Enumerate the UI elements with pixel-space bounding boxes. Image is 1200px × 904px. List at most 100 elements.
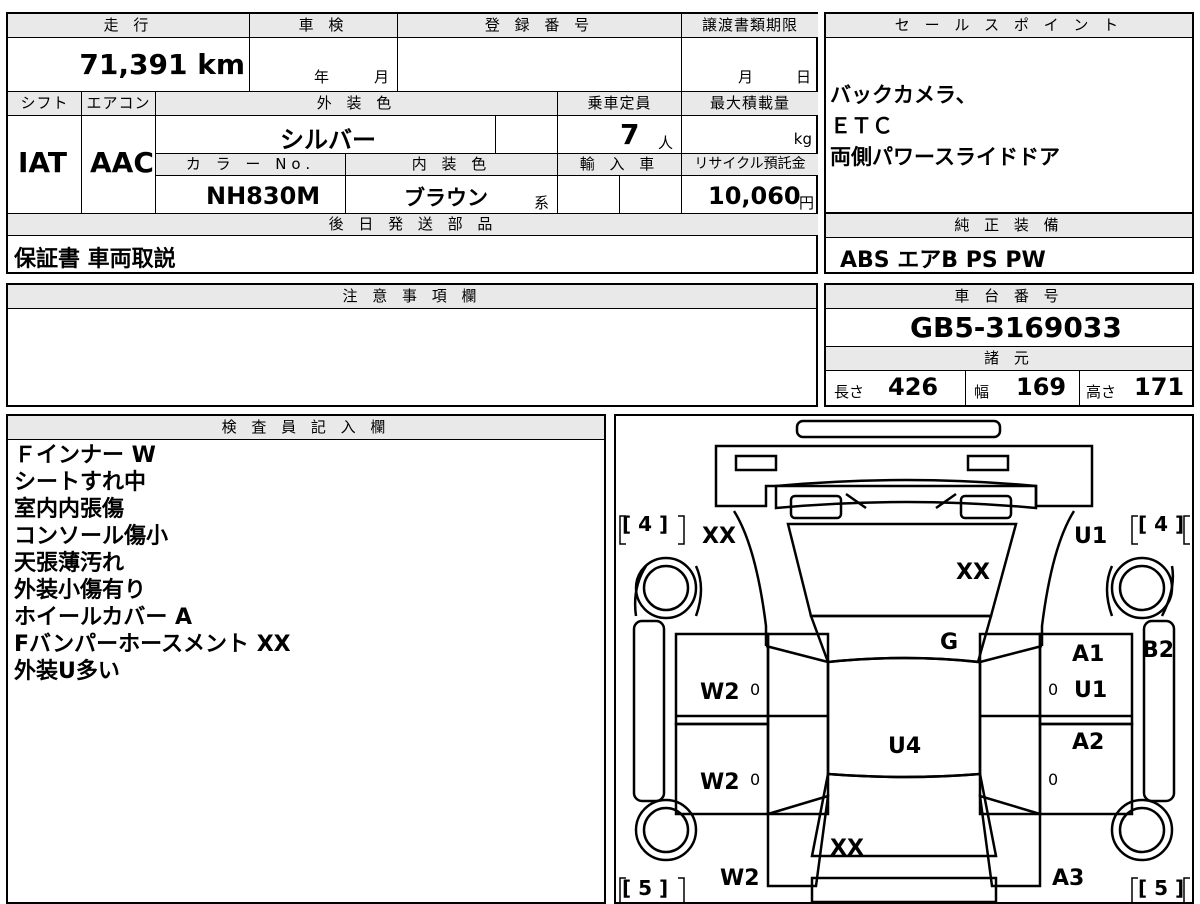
- width-cell: 幅 169: [966, 371, 1080, 405]
- inspector-note: シートすれ中: [14, 470, 147, 495]
- recycle-value: 10,060: [708, 182, 801, 210]
- inspector-note: 室内内張傷: [14, 497, 125, 522]
- mark-door-fl: W2: [700, 680, 740, 705]
- inspector-box: 検 査 員 記 入 欄 Ｆインナー W シートすれ中 室内内張傷 コンソール傷小…: [6, 414, 606, 904]
- int-color-cell: ブラウン 系: [346, 176, 558, 214]
- inspector-note: 天張薄汚れ: [14, 551, 125, 576]
- import-cell-b: [620, 176, 682, 214]
- width-label: 幅: [974, 383, 990, 401]
- inspector-note: Ｆインナー W: [14, 443, 156, 468]
- capacity-cell: 7 人: [558, 116, 682, 154]
- zero-marker: 0: [1048, 680, 1059, 699]
- length-cell: 長さ 426: [826, 371, 966, 405]
- reg-no-header: 登 録 番 号: [398, 14, 682, 38]
- mark-a-pillar-right: A1: [1072, 642, 1105, 667]
- transfer-doc-cell: 月 日: [682, 38, 818, 92]
- color-no-header: カ ラ ー No.: [156, 154, 346, 176]
- car-diagram: [619, 419, 1190, 902]
- int-color-suffix: 系: [534, 194, 550, 212]
- recycle-unit: 円: [798, 194, 814, 212]
- shaken-cell: 年 月: [250, 38, 398, 92]
- capacity-header: 乗車定員: [558, 92, 682, 116]
- genuine-equipment-header: 純 正 装 備: [826, 214, 1192, 238]
- import-header: 輸 入 車: [558, 154, 682, 176]
- later-parts-cell: 保証書 車両取説: [8, 236, 818, 272]
- capacity-value: 7: [620, 118, 640, 151]
- transfer-month: 月: [738, 68, 754, 86]
- max-load-unit: kg: [793, 130, 812, 148]
- recycle-cell: 10,060 円: [682, 176, 818, 214]
- inspector-header: 検 査 員 記 入 欄: [8, 416, 604, 440]
- height-cell: 高さ 171: [1080, 371, 1192, 405]
- chassis-box: 車 台 番 号 GB5-3169033 諸 元 長さ 426 幅 169 高さ …: [824, 283, 1194, 407]
- mileage-cell: 71,391 km: [8, 38, 250, 92]
- sales-point-line: 両側パワースライドドア: [830, 145, 1060, 169]
- shift-header: シフト: [8, 92, 82, 116]
- mark-front-right: U1: [1074, 524, 1108, 549]
- tire-fl-label: [ 4 ]: [622, 512, 669, 536]
- shaken-month: 月: [374, 68, 390, 86]
- zero-marker: 0: [750, 680, 761, 699]
- vehicle-info-table: 走 行 車 検 登 録 番 号 譲渡書類期限 71,391 km 年 月 月 日…: [6, 12, 818, 274]
- mark-rear-glass: XX: [830, 836, 864, 861]
- tire-rr-label: [ 5 ]: [1138, 876, 1185, 900]
- tire-rl-label: [ 5 ]: [622, 876, 669, 900]
- aircon-value: AAC: [90, 146, 154, 179]
- caution-header: 注 意 事 項 欄: [8, 285, 816, 309]
- shift-cell: IAT: [8, 116, 82, 214]
- tire-fr-label: [ 4 ]: [1138, 512, 1185, 536]
- width-value: 169: [1016, 373, 1067, 401]
- mileage-value: 71,391 km: [79, 48, 245, 81]
- capacity-unit: 人: [658, 134, 674, 152]
- car-diagram-box: [ 4 ] [ 4 ] [ 5 ] [ 5 ] XX XX U1 G A1 B2…: [614, 414, 1194, 904]
- transfer-doc-header: 譲渡書類期限: [682, 14, 818, 38]
- sales-point-header: セ ー ル ス ポ イ ン ト: [826, 14, 1192, 38]
- max-load-header: 最大積載量: [682, 92, 818, 116]
- int-color-value: ブラウン: [404, 186, 488, 210]
- length-value: 426: [888, 373, 939, 401]
- int-color-header: 内 装 色: [346, 154, 558, 176]
- sales-point-box: セ ー ル ス ポ イ ン ト バックカメラ、 ＥＴＣ 両側パワースライドドア: [824, 12, 1194, 214]
- inspector-note: 外装小傷有り: [14, 578, 147, 603]
- aircon-header: エアコン: [82, 92, 156, 116]
- chassis-value: GB5-3169033: [910, 311, 1122, 344]
- ext-color-extra-cell: [496, 116, 558, 154]
- inspector-note: ホイールカバー A: [14, 605, 193, 630]
- inspector-notes: Ｆインナー W シートすれ中 室内内張傷 コンソール傷小 天張薄汚れ 外装小傷有…: [14, 442, 291, 685]
- later-parts-value: 保証書 車両取説: [14, 247, 176, 272]
- mark-door-fr: U1: [1074, 678, 1108, 703]
- mark-roof: U4: [888, 734, 922, 759]
- mark-rear-right: A3: [1052, 866, 1085, 891]
- ext-color-header: 外 装 色: [156, 92, 558, 116]
- shaken-header: 車 検: [250, 14, 398, 38]
- ext-color-cell: シルバー: [156, 116, 496, 154]
- color-no-value: NH830M: [206, 182, 321, 210]
- zero-marker: 0: [1048, 770, 1059, 789]
- height-value: 171: [1134, 373, 1185, 401]
- inspector-note: コンソール傷小: [14, 524, 169, 549]
- length-label: 長さ: [834, 383, 865, 401]
- aircon-cell: AAC: [82, 116, 156, 214]
- recycle-header: リサイクル預託金: [682, 154, 818, 176]
- mark-front-left: XX: [702, 524, 736, 549]
- mark-fender-right-b: B2: [1142, 638, 1175, 663]
- max-load-cell: kg: [682, 116, 818, 154]
- mileage-header: 走 行: [8, 14, 250, 38]
- mark-hood: XX: [956, 560, 990, 585]
- color-no-cell: NH830M: [156, 176, 346, 214]
- height-label: 高さ: [1086, 383, 1117, 401]
- import-cell-a: [558, 176, 620, 214]
- chassis-header: 車 台 番 号: [826, 285, 1192, 309]
- shift-value: IAT: [18, 146, 68, 179]
- sales-point-line: バックカメラ、: [830, 83, 977, 107]
- caution-box: 注 意 事 項 欄: [6, 283, 818, 407]
- genuine-equipment-box: 純 正 装 備 ABS エアB PS PW: [824, 212, 1194, 274]
- later-parts-header: 後 日 発 送 部 品: [8, 214, 818, 236]
- reg-no-cell: [398, 38, 682, 92]
- mark-windshield: G: [940, 630, 959, 655]
- specs-header: 諸 元: [826, 347, 1192, 371]
- chassis-cell: GB5-3169033: [826, 309, 1192, 347]
- inspector-note: 外装U多い: [14, 659, 120, 684]
- ext-color-value: シルバー: [280, 126, 376, 154]
- inspector-note: Fバンパーホースメント XX: [14, 632, 291, 657]
